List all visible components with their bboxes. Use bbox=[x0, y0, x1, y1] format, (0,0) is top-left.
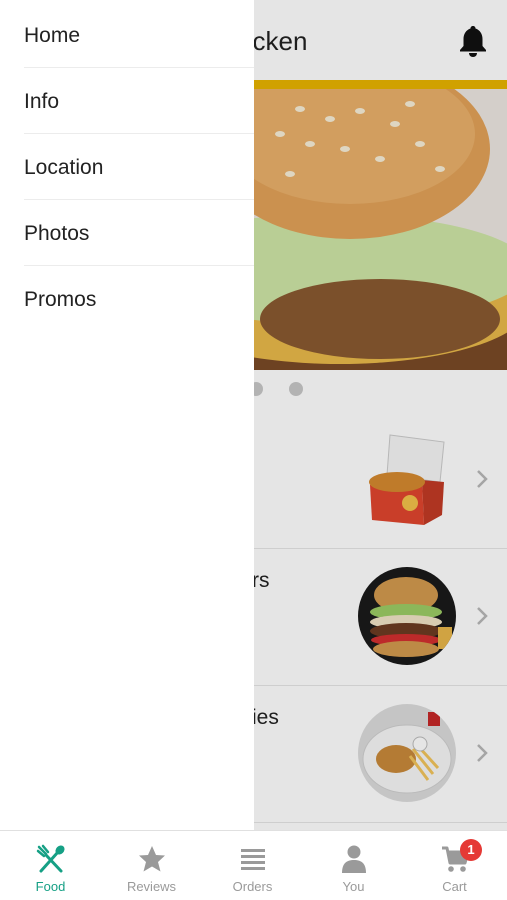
tab-you[interactable]: You bbox=[303, 831, 404, 900]
drawer-item-label: Info bbox=[24, 90, 60, 113]
cart-count-badge: 1 bbox=[460, 839, 482, 861]
star-icon bbox=[139, 846, 165, 872]
drawer-item-home[interactable]: Home bbox=[24, 2, 254, 68]
drawer-item-location[interactable]: Location bbox=[24, 134, 254, 200]
person-icon bbox=[342, 845, 366, 873]
drawer-item-info[interactable]: Info bbox=[24, 68, 254, 134]
tab-label: Food bbox=[35, 879, 66, 894]
tab-orders[interactable]: Orders bbox=[202, 831, 303, 900]
tab-label: Orders bbox=[232, 879, 273, 894]
list-icon bbox=[241, 849, 265, 870]
side-drawer: Home Info Location Photos Promos bbox=[0, 0, 254, 830]
tab-reviews[interactable]: Reviews bbox=[101, 831, 202, 900]
tab-label: Reviews bbox=[126, 879, 177, 894]
tab-cart[interactable]: 1 Cart bbox=[404, 831, 505, 900]
drawer-item-promos[interactable]: Promos bbox=[24, 266, 254, 332]
drawer-item-label: Photos bbox=[24, 222, 90, 245]
utensils-icon bbox=[36, 844, 65, 873]
drawer-item-label: Promos bbox=[24, 288, 97, 311]
drawer-item-photos[interactable]: Photos bbox=[24, 200, 254, 266]
tab-label: Cart bbox=[442, 879, 467, 894]
bottom-tab-bar: Food Reviews Orders You 1 Cart bbox=[0, 830, 507, 900]
tab-food[interactable]: Food bbox=[0, 831, 101, 900]
drawer-item-label: Home bbox=[24, 24, 81, 47]
drawer-item-label: Location bbox=[24, 156, 104, 179]
tab-label: You bbox=[342, 879, 365, 894]
